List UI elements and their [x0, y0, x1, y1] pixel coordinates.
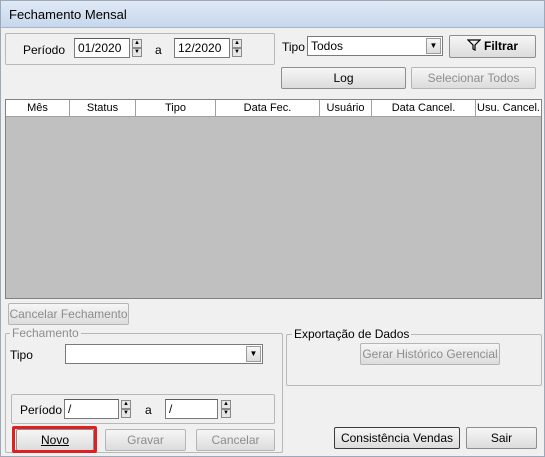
gerar-historico-button[interactable]: Gerar Histórico Gerencial [360, 343, 500, 365]
column-header-usuario[interactable]: Usuário [320, 100, 372, 116]
cancelar-fechamento-button[interactable]: Cancelar Fechamento [8, 303, 129, 325]
fechamento-grid[interactable]: Mês Status Tipo Data Fec. Usuário Data C… [5, 99, 542, 299]
column-header-mes[interactable]: Mês [6, 100, 70, 116]
fechamento-periodo-start-spinner[interactable]: ▲ ▼ [121, 400, 131, 418]
filtrar-button[interactable]: Filtrar [449, 35, 536, 58]
periodo-start-spinner[interactable]: ▲ ▼ [132, 39, 142, 57]
filter-icon [466, 39, 482, 51]
log-button[interactable]: Log [281, 67, 406, 89]
column-header-usu-cancel[interactable]: Usu. Cancel. [476, 100, 541, 116]
filtrar-label: Filtrar [483, 39, 518, 53]
exportacao-legend: Exportação de Dados [292, 327, 412, 341]
fechamento-mensal-window: Fechamento Mensal Período 01/2020 ▲ ▼ a 1… [0, 0, 545, 457]
tipo-label: Tipo [282, 40, 305, 54]
sair-button[interactable]: Sair [466, 427, 537, 449]
tipo-select-value: Todos [311, 39, 344, 53]
column-header-status[interactable]: Status [70, 100, 136, 116]
fechamento-periodo-label: Período [20, 403, 63, 417]
window-title: Fechamento Mensal [9, 7, 127, 22]
fechamento-periodo-separator: a [145, 403, 152, 417]
cancelar-button[interactable]: Cancelar [196, 429, 275, 451]
periodo-start-input[interactable]: 01/2020 [74, 38, 130, 58]
periodo-end-spinner[interactable]: ▲ ▼ [232, 39, 242, 57]
periodo-separator: a [155, 43, 162, 57]
fechamento-periodo-start-input[interactable]: / [64, 399, 119, 419]
novo-highlight-box [12, 426, 97, 453]
column-header-data-fec[interactable]: Data Fec. [216, 100, 320, 116]
chevron-down-icon[interactable]: ▼ [246, 346, 261, 362]
consistencia-vendas-button[interactable]: Consistência Vendas [334, 427, 460, 449]
periodo-label: Período [23, 43, 66, 57]
fechamento-legend: Fechamento [10, 326, 81, 340]
column-header-tipo[interactable]: Tipo [136, 100, 216, 116]
column-header-data-cancel[interactable]: Data Cancel. [372, 100, 476, 116]
chevron-down-icon[interactable]: ▼ [426, 38, 441, 54]
title-bar: Fechamento Mensal [1, 1, 544, 28]
tipo-select[interactable]: Todos ▼ [307, 36, 443, 56]
fechamento-tipo-label: Tipo [10, 348, 33, 362]
grid-header: Mês Status Tipo Data Fec. Usuário Data C… [6, 100, 541, 117]
periodo-end-input[interactable]: 12/2020 [174, 38, 230, 58]
selecionar-todos-button[interactable]: Selecionar Todos [411, 67, 536, 89]
fechamento-tipo-select[interactable]: ▼ [65, 344, 263, 364]
fechamento-periodo-end-input[interactable]: / [165, 399, 218, 419]
fechamento-periodo-end-spinner[interactable]: ▲ ▼ [221, 400, 231, 418]
gravar-button[interactable]: Gravar [105, 429, 186, 451]
